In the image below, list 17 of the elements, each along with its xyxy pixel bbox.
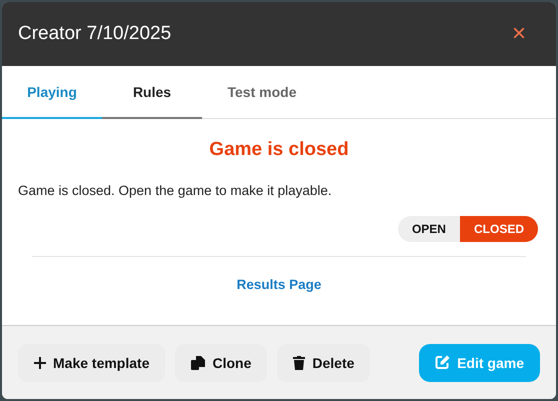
plus-icon	[34, 356, 46, 368]
tab[interactable]: Playing	[2, 66, 102, 119]
footer-button[interactable]: Clone	[175, 344, 268, 382]
copy-icon	[191, 356, 206, 370]
footer-button[interactable]: Make template	[18, 344, 166, 382]
toggle-option[interactable]: OPEN	[398, 216, 460, 242]
edit-icon	[435, 355, 450, 370]
tab[interactable]: Rules	[102, 66, 202, 119]
toggle-option[interactable]: CLOSED	[460, 216, 538, 242]
footer-button[interactable]: Delete	[277, 344, 370, 382]
open-closed-toggle[interactable]: OPEN CLOSED	[398, 216, 538, 242]
trash-icon	[293, 356, 306, 370]
status-heading: Game is closed	[208, 139, 350, 161]
close-button[interactable]: ×	[508, 22, 530, 46]
window-title: Creator 7/10/2025	[18, 23, 172, 45]
results-page-link[interactable]: Results Page	[236, 277, 322, 292]
status-message: Game is closed. Open the game to make it playable.	[18, 183, 333, 198]
